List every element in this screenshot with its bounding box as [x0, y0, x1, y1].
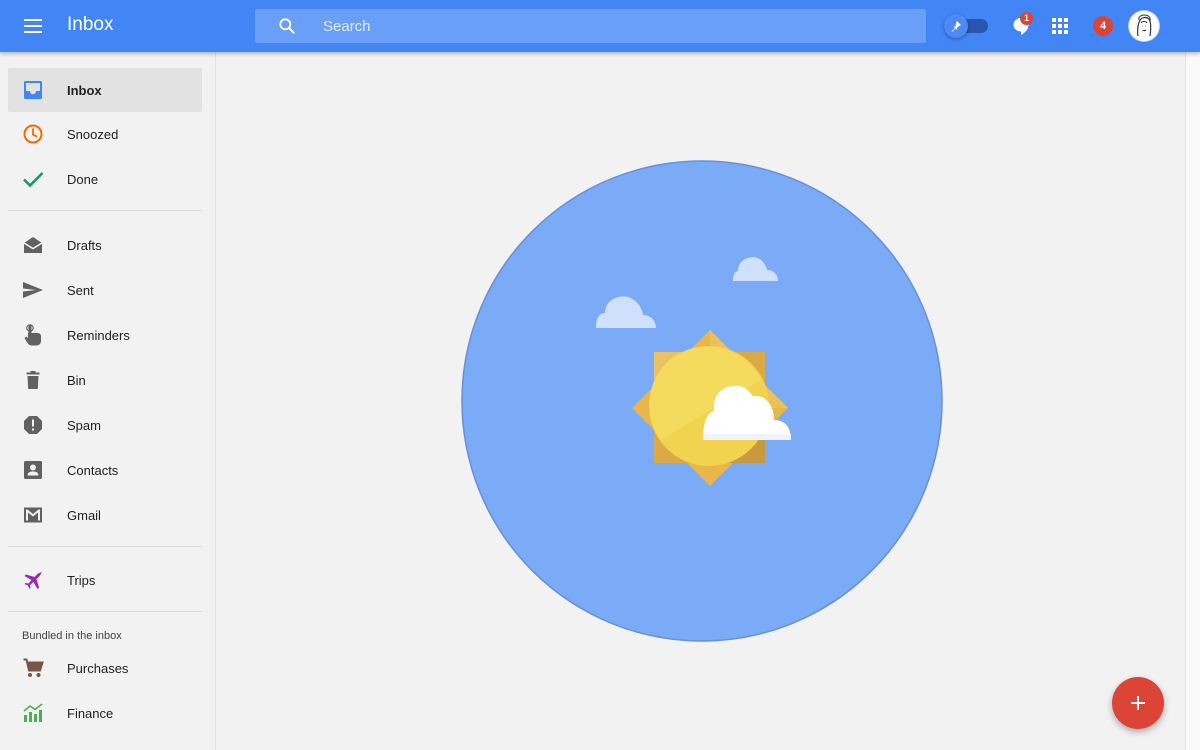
sidebar-item-label: Finance — [67, 706, 114, 721]
sidebar-item-spam[interactable]: Spam — [8, 403, 202, 447]
sidebar-item-label: Spam — [67, 418, 101, 433]
clock-icon — [23, 124, 43, 144]
top-app-bar: Inbox 1 4 — [0, 0, 1200, 52]
sidebar-item-label: Inbox — [67, 83, 102, 98]
trash-icon — [26, 371, 40, 389]
sidebar-item-label: Drafts — [67, 238, 102, 253]
search-input[interactable] — [323, 9, 903, 43]
sidebar-item-label: Bin — [67, 373, 86, 388]
sidebar-divider — [8, 210, 202, 211]
pinned-toggle[interactable] — [944, 14, 990, 38]
sidebar-item-label: Contacts — [67, 463, 119, 478]
hangouts-button[interactable]: 1 — [1009, 12, 1033, 38]
gmail-icon — [24, 507, 42, 523]
search-bar[interactable] — [255, 9, 926, 43]
sidebar: Inbox Snoozed Done Drafts Sent Reminders… — [0, 52, 216, 750]
spam-icon — [24, 416, 42, 434]
sidebar-item-label: Purchases — [67, 661, 129, 676]
sidebar-item-done[interactable]: Done — [8, 157, 202, 201]
apps-button[interactable] — [1048, 14, 1072, 38]
sidebar-item-reminders[interactable]: Reminders — [8, 313, 202, 357]
scrollbar[interactable] — [1185, 52, 1200, 750]
sidebar-item-purchases[interactable]: Purchases — [8, 646, 202, 690]
sidebar-item-contacts[interactable]: Contacts — [8, 448, 202, 492]
app-title: Inbox — [67, 14, 114, 35]
apps-grid-icon — [1052, 18, 1068, 34]
compose-button[interactable] — [1112, 677, 1164, 729]
inbox-zero-sunny-illustration — [461, 160, 943, 642]
search-icon[interactable] — [277, 16, 297, 36]
avatar[interactable] — [1129, 11, 1159, 41]
inbox-icon — [24, 81, 42, 99]
reminder-hand-icon — [24, 324, 41, 346]
sidebar-item-label: Gmail — [67, 508, 101, 523]
send-icon — [23, 282, 43, 298]
sidebar-item-sent[interactable]: Sent — [8, 268, 202, 312]
sidebar-item-inbox[interactable]: Inbox — [8, 68, 202, 112]
sidebar-divider — [8, 546, 202, 547]
shopping-cart-icon — [23, 658, 44, 677]
sidebar-item-label: Snoozed — [67, 127, 119, 142]
contact-card-icon — [24, 461, 42, 479]
airplane-icon — [24, 572, 42, 589]
sidebar-item-gmail[interactable]: Gmail — [8, 493, 202, 537]
sidebar-item-snoozed[interactable]: Snoozed — [8, 112, 202, 156]
menu-icon[interactable] — [22, 15, 46, 37]
sidebar-item-finance[interactable]: Finance — [8, 691, 202, 735]
sidebar-item-label: Sent — [67, 283, 94, 298]
account-avatar-icon — [1129, 11, 1159, 41]
sidebar-item-label: Trips — [67, 573, 96, 588]
pinned-toggle-knob[interactable] — [944, 14, 968, 38]
sidebar-item-bin[interactable]: Bin — [8, 358, 202, 402]
notifications-badge[interactable]: 4 — [1093, 16, 1113, 36]
finance-chart-icon — [23, 703, 43, 722]
sidebar-item-drafts[interactable]: Drafts — [8, 223, 202, 267]
drafts-icon — [23, 237, 43, 253]
sidebar-item-trips[interactable]: Trips — [8, 558, 202, 602]
pin-icon — [951, 21, 961, 32]
bundled-section-heading: Bundled in the inbox — [22, 630, 122, 642]
chat-badge: 1 — [1020, 12, 1033, 25]
sidebar-divider — [8, 611, 202, 612]
sidebar-item-label: Done — [67, 172, 99, 187]
check-icon — [23, 172, 44, 188]
sidebar-item-label: Reminders — [67, 328, 130, 343]
